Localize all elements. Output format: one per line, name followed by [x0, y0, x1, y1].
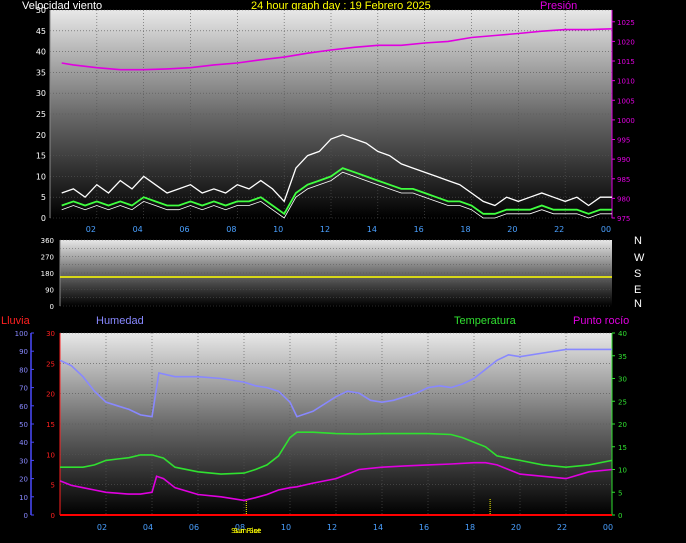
weather-graphs: 0510152025303540455002 04 06 08 10 12 14 16 18 20…	[15, 6, 635, 535]
x-tick-label-wind: 04	[133, 225, 143, 234]
y-tick-label-humidity: 40	[19, 439, 28, 447]
y-tick-label-pressure: 980	[617, 195, 630, 203]
x-tick-label-bottom: 22	[557, 523, 567, 532]
x-tick-label-wind: 00	[601, 225, 611, 234]
x-tick-label-wind: 16	[414, 225, 424, 234]
y-tick-label-rain: 30	[46, 330, 55, 338]
x-tick-label-bottom: 16	[419, 523, 429, 532]
x-tick-label-wind: 22	[554, 225, 564, 234]
y-tick-label-wind: 5	[41, 193, 46, 202]
y-tick-label-direction: 360	[41, 237, 54, 245]
y-tick-label-wind: 25	[36, 110, 46, 119]
y-tick-label-direction: 0	[50, 303, 54, 311]
y-tick-label-pressure: 1000	[617, 117, 635, 125]
y-tick-label-temperature: 35	[618, 353, 627, 361]
x-tick-label-wind: 06	[179, 225, 189, 234]
y-tick-label-temperature: 5	[618, 489, 622, 497]
y-tick-label-humidity: 20	[19, 476, 28, 484]
y-tick-label-wind: 10	[36, 172, 46, 181]
y-tick-label-direction: 270	[41, 254, 54, 262]
x-tick-label-wind: 08	[226, 225, 236, 234]
y-tick-label-direction: 90	[45, 287, 54, 295]
y-tick-label-temperature: 40	[618, 330, 627, 338]
sunset-label: Sun Set	[234, 527, 261, 535]
y-tick-label-pressure: 1015	[617, 58, 635, 66]
x-tick-label-bottom: 20	[511, 523, 521, 532]
y-tick-label-temperature: 25	[618, 398, 627, 406]
y-tick-label-rain: 20	[46, 391, 55, 399]
wind-direction-chart: 0 90 180 270 360	[41, 237, 612, 311]
y-tick-label-pressure: 995	[617, 137, 630, 145]
y-tick-label-pressure: 985	[617, 176, 630, 184]
y-tick-label-humidity: 50	[19, 421, 28, 429]
y-tick-label-wind: 0	[41, 214, 46, 223]
y-tick-label-temperature: 20	[618, 421, 627, 429]
humidity-temperature-chart: 02 04 06 08 10 12 14 16 18 20 22 000102030405060708…	[15, 330, 627, 535]
y-tick-label-humidity: 30	[19, 457, 28, 465]
x-tick-label-wind: 02	[86, 225, 96, 234]
y-tick-label-humidity: 70	[19, 385, 28, 393]
x-tick-label-bottom: 10	[281, 523, 291, 532]
x-tick-label-wind: 20	[507, 225, 517, 234]
wind-pressure-chart: 0510152025303540455002 04 06 08 10 12 14 16 18 20…	[36, 6, 635, 234]
y-tick-label-humidity: 0	[24, 512, 28, 520]
y-tick-label-wind: 35	[36, 68, 46, 77]
x-tick-label-wind: 10	[273, 225, 283, 234]
y-tick-label-pressure: 1025	[617, 19, 635, 27]
y-tick-label-pressure: 1010	[617, 78, 635, 86]
x-tick-label-bottom: 00	[603, 523, 613, 532]
x-tick-label-bottom: 18	[465, 523, 475, 532]
y-tick-label-direction: 180	[41, 270, 54, 278]
y-tick-label-wind: 45	[36, 27, 46, 36]
x-tick-label-bottom: 14	[373, 523, 383, 532]
y-tick-label-temperature: 10	[618, 467, 627, 475]
y-tick-label-temperature: 15	[618, 444, 627, 452]
y-tick-label-wind: 30	[36, 89, 46, 98]
x-tick-label-bottom: 06	[189, 523, 199, 532]
y-tick-label-wind: 15	[36, 152, 46, 161]
y-tick-label-pressure: 975	[617, 215, 630, 223]
x-tick-label-wind: 12	[320, 225, 330, 234]
y-tick-label-rain: 15	[46, 421, 55, 429]
x-tick-label-bottom: 04	[143, 523, 153, 532]
y-tick-label-humidity: 90	[19, 348, 28, 356]
y-tick-label-humidity: 100	[15, 330, 28, 338]
x-tick-label-bottom: 12	[327, 523, 337, 532]
x-tick-label-wind: 18	[460, 225, 470, 234]
y-tick-label-wind: 40	[36, 48, 46, 57]
y-tick-label-humidity: 80	[19, 366, 28, 374]
y-tick-label-pressure: 1020	[617, 38, 635, 46]
x-tick-label-bottom: 02	[97, 523, 107, 532]
y-tick-label-pressure: 1005	[617, 97, 635, 105]
y-tick-label-temperature: 0	[618, 512, 622, 520]
y-tick-label-temperature: 30	[618, 376, 627, 384]
y-tick-label-humidity: 60	[19, 403, 28, 411]
y-tick-label-wind: 50	[36, 6, 46, 15]
x-tick-label-wind: 14	[367, 225, 377, 234]
y-tick-label-pressure: 990	[617, 156, 630, 164]
y-tick-label-wind: 20	[36, 131, 46, 140]
y-tick-label-rain: 5	[51, 482, 55, 490]
y-tick-label-rain: 25	[46, 360, 55, 368]
y-tick-label-humidity: 10	[19, 494, 28, 502]
y-tick-label-rain: 0	[51, 512, 55, 520]
y-tick-label-rain: 10	[46, 451, 55, 459]
